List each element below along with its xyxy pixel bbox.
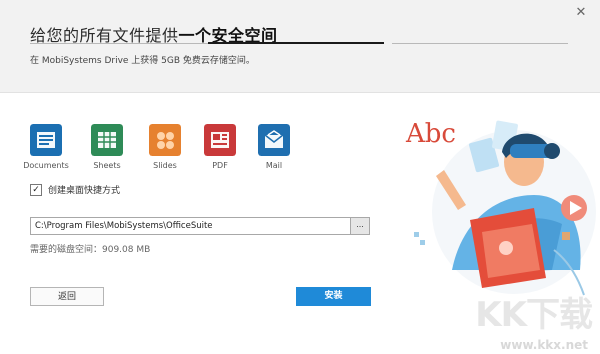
shortcut-checkbox[interactable]: ✓ — [30, 183, 42, 196]
app-label: Mail — [265, 161, 283, 170]
watermark-logo: KK下载 — [475, 295, 593, 335]
subtitle: 在 MobiSystems Drive 上获得 5GB 免费云存储空间。 — [30, 56, 255, 66]
close-icon: ✕ — [575, 5, 587, 20]
install-button[interactable]: 安装 — [296, 287, 371, 306]
app-label: Sheets — [93, 161, 121, 170]
watermark-url: www.kkx.net — [500, 338, 588, 352]
app-slides: Slides — [141, 124, 189, 170]
installer-window: 给您的所有文件提供一个安全空间 在 MobiSystems Drive 上获得 … — [0, 0, 600, 354]
shortcut-option: ✓ 创建桌面快捷方式 — [30, 183, 120, 196]
install-path-input[interactable] — [30, 217, 350, 235]
shortcut-label[interactable]: 创建桌面快捷方式 — [48, 183, 120, 196]
header: 给您的所有文件提供一个安全空间 在 MobiSystems Drive 上获得 … — [0, 0, 600, 93]
app-label: Slides — [153, 161, 177, 170]
close-button[interactable]: ✕ — [574, 6, 588, 20]
app-pdf: PDF — [196, 124, 244, 170]
browse-button[interactable]: ... — [350, 217, 370, 235]
title-divider-right — [392, 43, 568, 44]
mail-icon — [258, 124, 290, 156]
title-divider-left — [30, 43, 208, 44]
app-sheets: Sheets — [83, 124, 131, 170]
install-path-row: ... — [30, 217, 370, 237]
app-mail: Mail — [250, 124, 298, 170]
pdf-icon — [204, 124, 236, 156]
sheets-icon — [91, 124, 123, 156]
app-label: Documents — [23, 161, 69, 170]
slides-icon — [149, 124, 181, 156]
back-button[interactable]: 返回 — [30, 287, 104, 306]
app-documents: Documents — [22, 124, 70, 170]
title-divider-active — [208, 42, 384, 44]
app-label: PDF — [212, 161, 228, 170]
disk-space-label: 需要的磁盘空间：909.08 MB — [30, 245, 151, 255]
documents-icon — [30, 124, 62, 156]
illustration-letters: Abc — [405, 119, 456, 149]
